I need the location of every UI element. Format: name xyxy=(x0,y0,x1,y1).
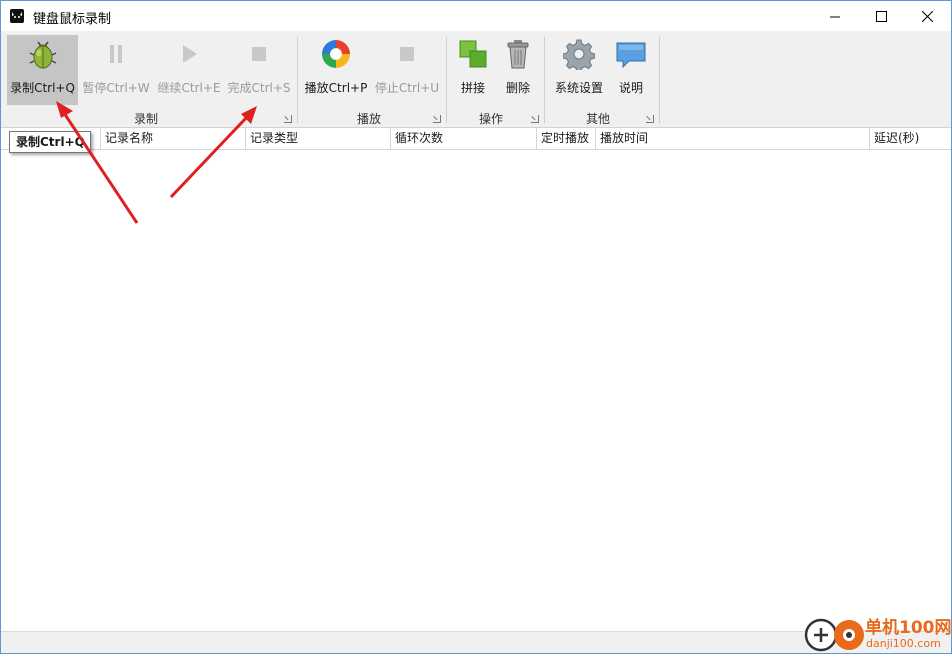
group-label-play: 播放 xyxy=(356,112,381,126)
group-separator xyxy=(297,37,298,123)
close-icon xyxy=(921,10,933,22)
group-launcher-play-icon[interactable] xyxy=(433,115,441,123)
watermark-site-name: 单机100网 xyxy=(865,618,952,638)
window-title: 键盘鼠标录制 xyxy=(33,12,112,27)
group-label-other: 其他 xyxy=(585,112,610,126)
group-separator xyxy=(659,37,660,123)
column-header-record-name[interactable]: 记录名称 xyxy=(101,128,246,150)
group-separator xyxy=(544,37,545,123)
delete-button-label: 删除 xyxy=(505,81,530,95)
group-label-operate: 操作 xyxy=(478,112,503,126)
finish-button-label: 完成Ctrl+S xyxy=(227,81,291,95)
merge-button[interactable]: 拼接 xyxy=(453,35,493,105)
title-bar: 键盘鼠标录制 xyxy=(1,1,951,31)
column-header-record-type[interactable]: 记录类型 xyxy=(246,128,391,150)
close-button[interactable] xyxy=(904,1,950,31)
resume-button[interactable]: 继续Ctrl+E xyxy=(154,35,224,105)
help-button[interactable]: 说明 xyxy=(611,35,651,105)
group-launcher-record-icon[interactable] xyxy=(284,115,292,123)
merge-squares-icon xyxy=(459,40,487,68)
pause-icon xyxy=(110,45,122,63)
record-tooltip: 录制Ctrl+Q xyxy=(9,131,91,153)
minimize-button[interactable] xyxy=(812,1,858,31)
app-window: 键盘鼠标录制 录制Ctrl+Q 暂停Ctrl+W 继续Ctrl+E 完成Ctrl… xyxy=(0,0,952,654)
column-header-play-time[interactable]: 播放时间 xyxy=(596,128,870,150)
maximize-icon xyxy=(875,10,887,22)
gear-icon xyxy=(563,39,595,70)
column-header-delay[interactable]: 延迟(秒) xyxy=(870,128,951,150)
table-header: 记录名称 记录类型 循环次数 定时播放 播放时间 延迟(秒) xyxy=(1,128,951,150)
pause-button-label: 暂停Ctrl+W xyxy=(82,81,150,95)
ribbon-toolbar: 录制Ctrl+Q 暂停Ctrl+W 继续Ctrl+E 完成Ctrl+S 录制 播… xyxy=(1,31,951,128)
stop-square-icon xyxy=(400,47,414,61)
group-label-record: 录制 xyxy=(133,112,158,126)
maximize-button[interactable] xyxy=(858,1,904,31)
merge-button-label: 拼接 xyxy=(460,81,485,95)
delete-button[interactable]: 删除 xyxy=(498,35,538,105)
cat-app-icon xyxy=(10,9,24,23)
play-button-label: 播放Ctrl+P xyxy=(304,81,368,95)
settings-button[interactable]: 系统设置 xyxy=(551,35,607,105)
stop-button-label: 停止Ctrl+U xyxy=(374,81,440,95)
stop-square-icon xyxy=(252,47,266,61)
column-header-scheduled-play[interactable]: 定时播放 xyxy=(537,128,596,150)
stop-button[interactable]: 停止Ctrl+U xyxy=(373,35,441,105)
record-button[interactable]: 录制Ctrl+Q xyxy=(7,35,78,105)
pause-button[interactable]: 暂停Ctrl+W xyxy=(81,35,151,105)
group-launcher-operate-icon[interactable] xyxy=(531,115,539,123)
color-wheel-icon xyxy=(322,40,350,68)
play-button[interactable]: 播放Ctrl+P xyxy=(302,35,370,105)
record-table-body[interactable] xyxy=(1,151,951,631)
group-separator xyxy=(446,37,447,123)
group-launcher-other-icon[interactable] xyxy=(646,115,654,123)
column-header-loop-count[interactable]: 循环次数 xyxy=(391,128,537,150)
resume-button-label: 继续Ctrl+E xyxy=(157,81,221,95)
speech-bubble-icon xyxy=(616,42,646,69)
watermark-site-url: danji100.com xyxy=(866,637,941,650)
bug-icon xyxy=(29,41,56,69)
settings-button-label: 系统设置 xyxy=(554,81,603,95)
help-button-label: 说明 xyxy=(618,81,643,95)
play-triangle-icon xyxy=(183,45,197,63)
trash-can-icon xyxy=(507,40,529,69)
record-button-label: 录制Ctrl+Q xyxy=(10,81,75,95)
finish-button[interactable]: 完成Ctrl+S xyxy=(225,35,293,105)
minimize-icon xyxy=(829,16,840,17)
